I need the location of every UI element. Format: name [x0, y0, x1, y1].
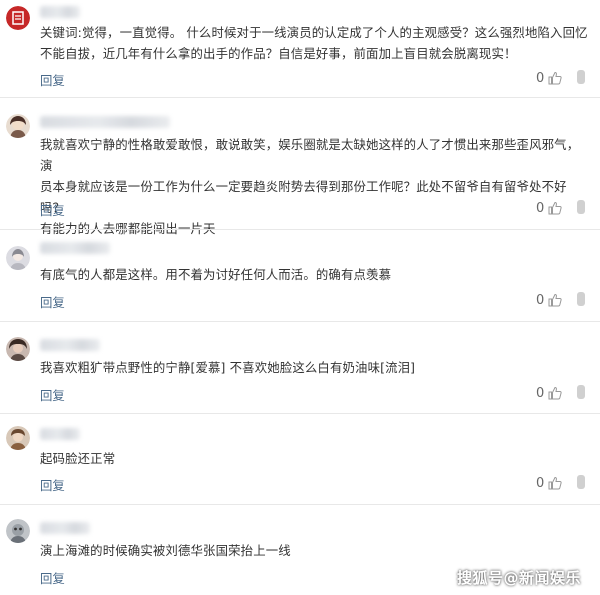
avatar[interactable]	[6, 337, 30, 361]
avatar[interactable]	[6, 246, 30, 270]
like-count: 0	[536, 293, 545, 308]
scrollbar-thumb[interactable]	[577, 292, 585, 306]
thumbs-up-icon[interactable]	[548, 476, 562, 490]
watermark: 搜狐号@新闻娱乐	[457, 569, 582, 587]
thumbs-up-icon[interactable]	[548, 386, 562, 400]
comment-text: 有底气的人都是这样。用不着为讨好任何人而活。的确有点羡慕	[40, 267, 392, 282]
avatar[interactable]	[6, 519, 30, 543]
thumbs-up-icon[interactable]	[548, 201, 562, 215]
like-count: 0	[536, 386, 545, 401]
comment-text: 我喜欢粗犷带点野性的宁静[爱慕] 不喜欢她脸这么白有奶油味[流泪]	[40, 360, 416, 375]
reply-link[interactable]: 回复	[40, 201, 65, 219]
comment-item: 我喜欢粗犷带点野性的宁静[爱慕] 不喜欢她脸这么白有奶油味[流泪] 回复 0	[0, 322, 600, 412]
comment-text: 我就喜欢宁静的性格敢爱敢恨，敢说敢笑，娱乐圈就是太缺她这样的人了才惯出来那些歪风…	[40, 137, 580, 236]
username-blurred	[40, 116, 170, 128]
reply-link[interactable]: 回复	[40, 386, 65, 404]
thumbs-up-icon[interactable]	[548, 293, 562, 307]
comment-item: 起码脸还正常 回复 0	[0, 414, 600, 503]
comment-item: 关键词:觉得，一直觉得。 什么时候对于一线演员的认定成了个人的主观感受？这么强烈…	[0, 0, 600, 97]
scrollbar-thumb[interactable]	[577, 70, 585, 84]
comment-text: 起码脸还正常	[40, 451, 116, 466]
username-blurred	[40, 339, 100, 351]
reply-link[interactable]: 回复	[40, 293, 65, 311]
comment-item: 有底气的人都是这样。用不着为讨好任何人而活。的确有点羡慕 回复 0	[0, 230, 600, 320]
avatar[interactable]	[6, 114, 30, 138]
comment-text: 关键词:觉得，一直觉得。 什么时候对于一线演员的认定成了个人的主观感受？这么强烈…	[40, 25, 588, 61]
reply-link[interactable]: 回复	[40, 476, 65, 494]
avatar[interactable]	[6, 6, 30, 30]
username-blurred	[40, 6, 80, 18]
comment-text: 演上海滩的时候确实被刘德华张国荣抬上一线	[40, 543, 291, 558]
scrollbar-thumb[interactable]	[577, 475, 585, 489]
like-count: 0	[536, 201, 545, 216]
reply-link[interactable]: 回复	[40, 569, 65, 587]
username-blurred	[40, 242, 110, 254]
thumbs-up-icon[interactable]	[548, 71, 562, 85]
scrollbar-thumb[interactable]	[577, 385, 585, 399]
scrollbar-thumb[interactable]	[577, 200, 585, 214]
comment-item: 我就喜欢宁静的性格敢爱敢恨，敢说敢笑，娱乐圈就是太缺她这样的人了才惯出来那些歪风…	[0, 98, 600, 239]
reply-link[interactable]: 回复	[40, 71, 65, 89]
avatar[interactable]	[6, 426, 30, 450]
username-blurred	[40, 428, 80, 440]
like-count: 0	[536, 71, 545, 86]
like-count: 0	[536, 476, 545, 491]
username-blurred	[40, 522, 90, 534]
